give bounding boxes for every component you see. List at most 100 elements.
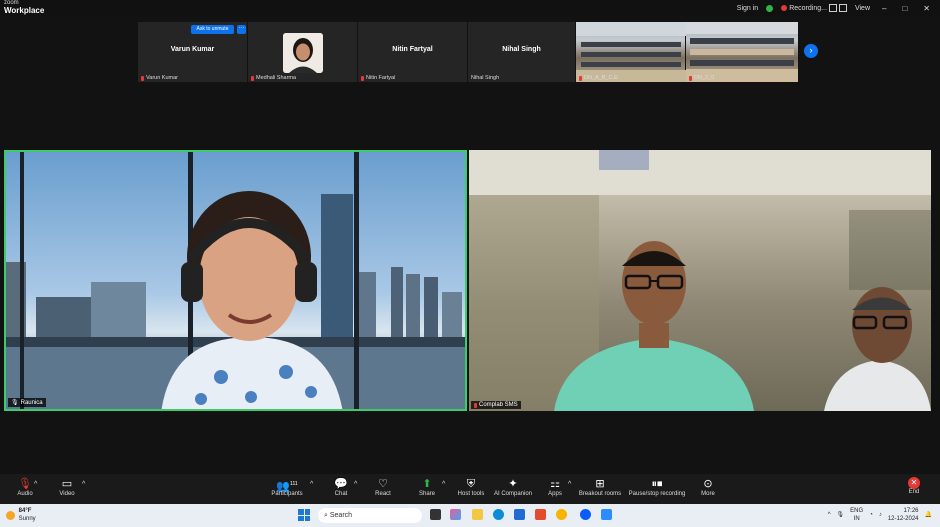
breakout-rooms-label: Breakout rooms bbox=[578, 491, 622, 497]
chat-label: Chat bbox=[334, 491, 348, 497]
windows-start-icon[interactable] bbox=[298, 509, 310, 521]
security-shield-icon[interactable] bbox=[766, 4, 774, 12]
pause-recording-icon[interactable] bbox=[828, 4, 837, 12]
apps-label: Apps bbox=[548, 491, 562, 497]
participant-name: Nitin Fartyal bbox=[392, 46, 433, 53]
video-label: Video bbox=[59, 491, 75, 497]
video-name-tag: 🎙 Raunica bbox=[8, 398, 46, 407]
participant-tile[interactable]: Nihal Singh Nihal Singh bbox=[468, 22, 576, 82]
clock[interactable]: 17:26 12-12-2024 bbox=[888, 507, 919, 523]
pause-stop-recording-label: Pause/stop recording bbox=[628, 491, 686, 497]
share-label: Share bbox=[418, 491, 435, 497]
sign-in-link[interactable]: Sign in bbox=[737, 5, 758, 12]
zoom-meeting-icon[interactable] bbox=[601, 509, 612, 520]
mic-muted-icon bbox=[579, 75, 582, 81]
video-name-tag: Complab SMS bbox=[471, 401, 521, 409]
chrome-icon[interactable] bbox=[556, 509, 567, 520]
recording-label: Recording... bbox=[789, 4, 827, 12]
participant-tile[interactable]: DN_A_B_C.E bbox=[576, 22, 686, 82]
share-options-chevron-icon[interactable]: ^ bbox=[442, 481, 445, 488]
system-tray: ^ 🎙 ENG IN ◔ ♪ 17:26 12-12-2024 🔔 bbox=[828, 507, 932, 523]
sun-icon bbox=[6, 510, 15, 520]
participant-tile[interactable]: Medhali Sharma bbox=[248, 22, 358, 82]
participants-options-chevron-icon[interactable]: ^ bbox=[310, 481, 313, 488]
mic-icon: 🎙 bbox=[11, 400, 19, 406]
region-code: IN bbox=[853, 516, 860, 522]
search-icon: ⌕ bbox=[324, 512, 328, 519]
video-label: Raunica bbox=[20, 399, 43, 406]
file-explorer-icon[interactable] bbox=[472, 509, 483, 520]
end-meeting-button[interactable]: ✕ End bbox=[900, 477, 928, 495]
minimize-button[interactable]: – bbox=[878, 4, 890, 13]
edge-icon[interactable] bbox=[493, 509, 504, 520]
zoom-app-icon[interactable] bbox=[580, 509, 591, 520]
participants-label: Participants bbox=[271, 491, 303, 497]
participant-label: Varun Kumar bbox=[146, 75, 178, 81]
notification-bell-icon[interactable]: 🔔 bbox=[925, 511, 932, 519]
view-button[interactable]: View bbox=[855, 5, 870, 12]
participant-tile[interactable]: Nitin Fartyal Nitin Fartyal bbox=[358, 22, 468, 82]
avatar bbox=[283, 33, 323, 73]
host-tools-label: Host tools bbox=[457, 491, 485, 497]
video-tile[interactable]: Complab SMS bbox=[469, 150, 931, 411]
more-options-button[interactable]: ··· bbox=[237, 25, 246, 34]
apps-options-chevron-icon[interactable]: ^ bbox=[568, 481, 571, 488]
participant-label: Medhali Sharma bbox=[256, 75, 297, 81]
brand-big: Workplace bbox=[4, 6, 45, 15]
participant-tile[interactable]: DN_2_0 bbox=[686, 22, 798, 82]
mic-muted-icon bbox=[361, 75, 364, 81]
heart-icon: ♡ bbox=[378, 478, 388, 490]
participant-label: DN_2_0 bbox=[694, 75, 715, 81]
pause-stop-recording-button[interactable]: ⏸⏹ Pause/stop recording bbox=[626, 477, 688, 497]
chat-options-chevron-icon[interactable]: ^ bbox=[354, 481, 357, 488]
taskbar-search[interactable]: ⌕ Search bbox=[318, 508, 422, 523]
outlook-icon[interactable] bbox=[514, 509, 525, 520]
participant-person bbox=[824, 287, 931, 411]
react-label: React bbox=[375, 491, 391, 497]
language-indicator[interactable]: ENG IN bbox=[850, 507, 863, 523]
app-logo: zoom Workplace bbox=[4, 0, 44, 15]
weather-temp: 84°F bbox=[18, 508, 32, 514]
participant-name: Nihal Singh bbox=[502, 46, 541, 53]
mic-muted-icon bbox=[141, 75, 144, 81]
close-button[interactable]: ✕ bbox=[919, 4, 934, 13]
weather-desc: Sunny bbox=[18, 516, 36, 522]
video-options-chevron-icon[interactable]: ^ bbox=[82, 481, 85, 488]
ask-to-unmute-button[interactable]: Ask to unmute bbox=[191, 25, 234, 34]
participant-label: Nitin Fartyal bbox=[366, 75, 396, 81]
chevron-up-icon[interactable]: ^ bbox=[828, 511, 831, 519]
participant-label: Nihal Singh bbox=[471, 75, 500, 81]
maximize-button[interactable]: □ bbox=[898, 4, 911, 13]
breakout-rooms-button[interactable]: ⊞ Breakout rooms bbox=[575, 477, 625, 497]
search-placeholder: Search bbox=[329, 512, 353, 519]
react-button[interactable]: ♡ React bbox=[358, 477, 408, 497]
participants-icon: 👥111 bbox=[276, 480, 298, 493]
meeting-toolbar: 🎙 Audio ^ ▭ Video ^ 👥111 Participants ^ … bbox=[0, 474, 940, 504]
stop-recording-icon[interactable] bbox=[838, 4, 847, 12]
language-code: ENG bbox=[850, 508, 864, 514]
participants-button[interactable]: 👥111 Participants bbox=[262, 477, 312, 497]
end-label: End bbox=[908, 489, 920, 495]
participant-person bbox=[554, 241, 754, 411]
office-icon[interactable] bbox=[535, 509, 546, 520]
recording-indicator[interactable]: Recording... bbox=[781, 4, 847, 12]
speaker-person bbox=[161, 191, 343, 409]
task-view-icon[interactable] bbox=[430, 509, 441, 520]
video-tile-active-speaker[interactable]: 🎙 Raunica bbox=[4, 150, 467, 411]
volume-icon[interactable]: ♪ bbox=[879, 511, 882, 519]
pause-stop-icon: ⏸⏹ bbox=[651, 478, 663, 490]
apps-button[interactable]: ⚏ Apps bbox=[530, 477, 580, 497]
weather-widget[interactable]: 84°F Sunny bbox=[6, 507, 36, 523]
next-page-button[interactable]: › bbox=[804, 44, 818, 58]
video-label: Complab SMS bbox=[479, 402, 518, 408]
mic-muted-icon bbox=[474, 402, 477, 408]
more-button[interactable]: ⊙ More bbox=[683, 477, 733, 497]
ai-companion-label: AI Companion bbox=[493, 491, 533, 497]
copilot-icon[interactable] bbox=[450, 509, 461, 520]
wifi-icon[interactable]: ◔ bbox=[869, 511, 873, 519]
mic-icon[interactable]: 🎙 bbox=[837, 511, 845, 519]
participant-tile[interactable]: Varun Kumar Ask to unmute ··· Varun Kuma… bbox=[138, 22, 248, 82]
audio-options-chevron-icon[interactable]: ^ bbox=[34, 481, 37, 488]
audio-label: Audio bbox=[17, 491, 33, 497]
grid-icon: ⊞ bbox=[595, 478, 605, 490]
